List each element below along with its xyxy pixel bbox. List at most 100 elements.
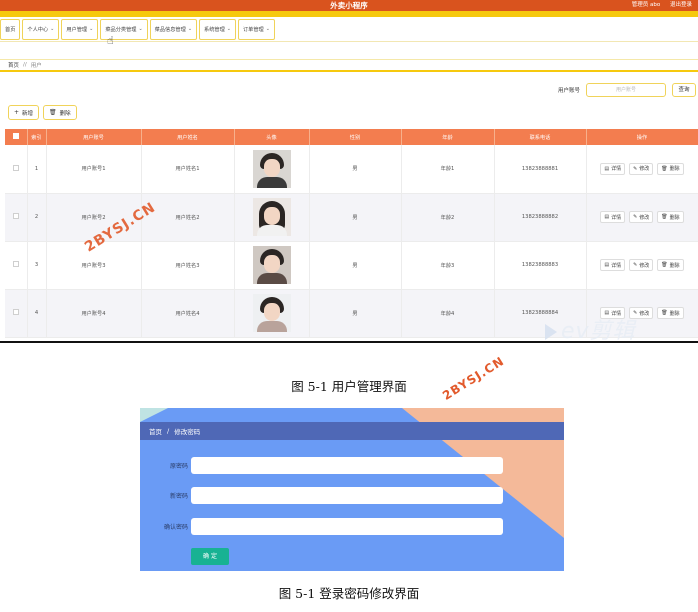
row-select-cell[interactable]: [5, 289, 28, 338]
new-password-row: 新密码: [140, 487, 503, 504]
cell-phone: 13823888883: [494, 241, 587, 290]
delete-label: 删除: [669, 166, 680, 173]
col-account: 用户账号: [46, 129, 142, 145]
old-password-row: 原密码: [140, 457, 503, 474]
delete-button[interactable]: 🗑 删除: [657, 211, 684, 223]
detail-label: 详情: [611, 262, 622, 269]
nav-home-label: 首页: [5, 26, 16, 33]
edit-button[interactable]: ✎ 修改: [629, 162, 654, 175]
edit-label: 修改: [639, 310, 650, 317]
row-select-cell[interactable]: [5, 145, 28, 194]
edit-button[interactable]: ✎ 修改: [629, 259, 654, 271]
figure-caption: 图 5-1 登录密码修改界面: [278, 586, 420, 601]
nav-user-management-label: 用户管理: [66, 26, 88, 33]
row-select-cell[interactable]: [5, 193, 28, 242]
col-phone: 联系电话: [494, 129, 587, 145]
breadcrumb-separator: //: [23, 62, 27, 68]
nav-orders-label: 订单管理: [242, 26, 264, 33]
select-all-cell[interactable]: [5, 129, 28, 145]
chevron-down-icon: ⌄: [50, 26, 55, 32]
toolbar: + 新增 🗑 删除: [8, 105, 81, 120]
cell-index: 2: [27, 193, 47, 242]
logout-link[interactable]: 退出登录: [670, 2, 692, 8]
col-age: 年龄: [401, 129, 495, 145]
cell-avatar: [234, 193, 310, 242]
row-checkbox[interactable]: [12, 261, 19, 267]
col-actions: 操作: [586, 129, 698, 145]
cell-actions: ▤ 详情 ✎ 修改 🗑 删除: [586, 241, 698, 290]
breadcrumb-home[interactable]: 首页: [149, 426, 162, 436]
ev-watermark: ev剪辑: [545, 313, 636, 343]
detail-label: 详情: [611, 214, 622, 221]
nav-orders[interactable]: 订单管理 ⌄: [237, 18, 275, 40]
detail-button[interactable]: ▤ 详情: [600, 259, 626, 271]
cell-index: 3: [27, 241, 47, 290]
cell-name: 用户姓名4: [141, 289, 235, 338]
search-input[interactable]: 用户账号: [586, 83, 666, 97]
search-label: 用户账号: [557, 88, 580, 94]
edit-button[interactable]: ✎ 修改: [629, 211, 654, 223]
delete-button[interactable]: 🗑 删除: [657, 162, 684, 175]
cell-name: 用户姓名3: [141, 241, 235, 290]
cell-index: 1: [27, 145, 47, 194]
admin-user-label[interactable]: 管理员 abo: [632, 2, 660, 8]
trash-icon: 🗑: [661, 310, 668, 316]
search-button[interactable]: 查询: [672, 83, 696, 97]
delete-button[interactable]: 🗑 删除: [657, 307, 684, 319]
cell-index: 4: [27, 289, 47, 338]
add-button[interactable]: + 新增: [8, 105, 40, 120]
avatar: [252, 294, 291, 332]
chevron-down-icon: ⌄: [187, 26, 193, 32]
delete-label: 删除: [669, 214, 680, 221]
confirm-password-field[interactable]: [191, 518, 503, 535]
breadcrumb-home[interactable]: 首页: [8, 61, 19, 69]
avatar: [252, 149, 291, 188]
table-row: 1 用户账号1 用户姓名1 男 年龄1 13823888881 ▤ 详情 ✎ 修改 …: [5, 145, 698, 194]
cell-gender: 男: [309, 241, 402, 290]
old-password-field[interactable]: [191, 457, 503, 474]
new-password-label: 新密码: [169, 493, 188, 500]
row-select-cell[interactable]: [5, 241, 28, 290]
table-row: 3 用户账号3 用户姓名3 男 年龄3 13823888883 ▤ 详情 ✎ 修改 …: [5, 241, 698, 290]
bulk-delete-button[interactable]: 🗑 删除: [43, 105, 77, 120]
detail-button[interactable]: ▤ 详情: [600, 162, 626, 175]
trash-icon: 🗑: [49, 109, 57, 116]
submit-button[interactable]: 确 定: [191, 548, 229, 565]
ev-watermark-text: ev剪辑: [561, 319, 636, 343]
cell-age: 年龄3: [401, 241, 495, 290]
row-checkbox[interactable]: [12, 164, 19, 171]
old-password-label: 原密码: [169, 463, 188, 470]
detail-button[interactable]: ▤ 详情: [600, 211, 626, 223]
edit-label: 修改: [639, 214, 650, 221]
nav-user-management[interactable]: 用户管理 ⌄: [61, 18, 99, 40]
nav-home[interactable]: 首页: [0, 18, 21, 40]
nav-system-label: 系统管理: [204, 26, 225, 33]
app-header: 外卖小程序 管理员 abo 退出登录: [0, 0, 698, 11]
breadcrumb: 首页 / 修改密码: [140, 422, 564, 440]
trash-icon: 🗑: [661, 165, 668, 172]
cell-phone: 13823888882: [494, 193, 587, 242]
select-all-checkbox[interactable]: [12, 133, 19, 139]
hand-cursor-icon: ☝: [107, 34, 114, 47]
nav-personal-center[interactable]: 个人中心 ⌄: [22, 18, 60, 40]
row-checkbox[interactable]: [12, 213, 19, 219]
new-password-field[interactable]: [191, 487, 503, 504]
breadcrumb: 首页 // 用户: [0, 59, 698, 72]
delete-button[interactable]: 🗑 删除: [657, 259, 684, 271]
pencil-icon: ✎: [633, 262, 638, 268]
chevron-down-icon: ⌄: [226, 26, 231, 32]
confirm-password-row: 确认密码: [140, 518, 503, 535]
cell-phone: 13823888881: [494, 145, 587, 194]
add-button-label: 新增: [22, 110, 34, 117]
col-avatar: 头像: [234, 129, 310, 145]
document-icon: ▤: [604, 214, 610, 220]
avatar: [252, 246, 291, 284]
app-title: 外卖小程序: [330, 1, 368, 10]
document-icon: ▤: [604, 262, 610, 268]
trash-icon: 🗑: [661, 214, 668, 220]
nav-dish-info[interactable]: 菜品信息管理 ⌄: [149, 18, 198, 40]
row-checkbox[interactable]: [12, 309, 19, 315]
header-right: 管理员 abo 退出登录: [624, 0, 692, 11]
nav-system[interactable]: 系统管理 ⌄: [199, 18, 236, 40]
nav-personal-center-label: 个人中心: [27, 26, 49, 33]
